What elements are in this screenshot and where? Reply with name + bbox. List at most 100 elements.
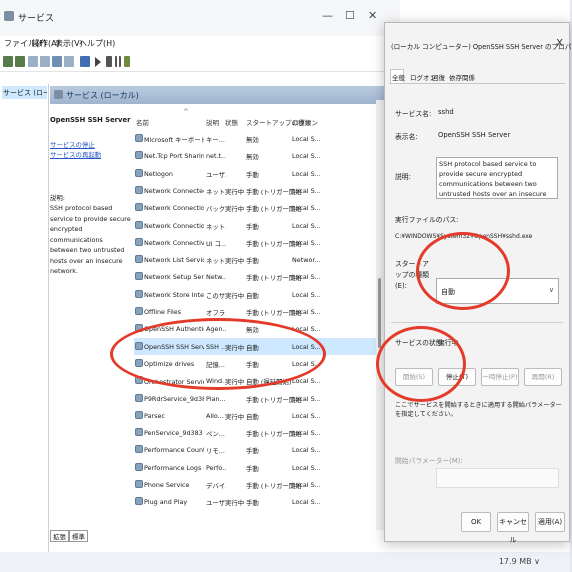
cell-desc: Allo... bbox=[206, 411, 224, 420]
tab-general[interactable]: 全般 bbox=[392, 72, 405, 82]
export-icon[interactable] bbox=[64, 56, 74, 67]
start-params-input[interactable] bbox=[436, 468, 559, 488]
cell-desc: Wind... bbox=[206, 377, 226, 386]
start-button[interactable]: 開始(S) bbox=[395, 368, 433, 386]
service-gear-icon bbox=[135, 203, 143, 212]
detail-desc-text: SSH protocol based service to provide se… bbox=[50, 204, 131, 275]
start-params-hint: ここでサービスを開始するときに適用する開始パラメーターを指定してください。 bbox=[395, 402, 562, 418]
table-row[interactable]: Network Connected Device...ネット...実行中手動 (… bbox=[134, 182, 378, 199]
console-tree-icon[interactable] bbox=[28, 56, 38, 67]
tab-extended[interactable]: 拡張 bbox=[50, 530, 69, 542]
service-gear-icon bbox=[135, 307, 143, 315]
startup-type-select[interactable]: 自動 ∨ bbox=[436, 278, 559, 304]
service-gear-icon bbox=[135, 272, 143, 281]
cell-state: 実行中 bbox=[225, 187, 245, 196]
cell-state: 実行中 bbox=[225, 412, 245, 421]
service-gear-icon bbox=[135, 289, 143, 298]
col-name[interactable]: 名前 bbox=[136, 117, 149, 127]
tab-dependencies[interactable]: 依存関係 bbox=[449, 72, 475, 82]
scrollbar-thumb[interactable] bbox=[378, 278, 381, 348]
table-row[interactable]: Network Setup ServiceNetw...手動 (トリガー開始)L… bbox=[134, 268, 378, 285]
table-row[interactable]: Network Connectionsネット...手動Local S... bbox=[134, 217, 378, 234]
cell-name: Netlogon bbox=[144, 169, 173, 178]
cell-name: Network Setup Service bbox=[144, 273, 204, 282]
cell-name: Network Connected Device... bbox=[144, 186, 204, 195]
cell-logon: Local S... bbox=[292, 238, 321, 247]
start-params-label: 開始パラメーター(M): bbox=[395, 457, 463, 465]
table-row[interactable]: Performance Counter DLL H...リモ...手動Local… bbox=[134, 441, 378, 458]
close-button[interactable]: ✕ bbox=[368, 9, 377, 22]
minimize-button[interactable]: — bbox=[322, 9, 333, 22]
table-row[interactable]: Optimize drives 記憶... 手動 Local S... bbox=[134, 355, 378, 372]
cell-logon: Local S... bbox=[292, 135, 321, 143]
table-row[interactable]: Network List Serviceネット...実行中手動Networ... bbox=[134, 251, 378, 268]
cell-logon: Local S... bbox=[292, 463, 321, 472]
extended-description-pane: OpenSSH SSH Server サービスの停止 サービスの再起動 説明: … bbox=[50, 105, 132, 525]
back-icon[interactable] bbox=[3, 56, 13, 67]
cell-desc: ユーザ... bbox=[206, 170, 226, 179]
table-row[interactable]: Net.Tcp Port Sharing Servicenet.t...無効Lo… bbox=[134, 147, 378, 164]
cell-name: Phone Service bbox=[144, 481, 190, 489]
table-row[interactable]: Netlogonユーザ...手動Local S... bbox=[134, 165, 378, 182]
cell-name: Network Store Interface Se... bbox=[144, 290, 204, 299]
forward-icon[interactable] bbox=[15, 56, 25, 67]
cell-desc: キー... bbox=[206, 136, 225, 144]
table-row[interactable]: Offline Filesオフラ...手動 (トリガー開始)Local S... bbox=[134, 303, 378, 320]
cell-desc: Perfo... bbox=[206, 463, 226, 472]
table-row[interactable]: Network Connection Brokerバック...実行中手動 (トリ… bbox=[134, 199, 378, 216]
cell-desc: net.t... bbox=[206, 152, 226, 161]
cell-logon: Local S... bbox=[292, 429, 321, 438]
vertical-scrollbar[interactable] bbox=[376, 100, 384, 530]
ok-button[interactable]: OK bbox=[461, 512, 491, 532]
cell-logon: Local S... bbox=[292, 273, 321, 282]
cancel-button[interactable]: キャンセル bbox=[497, 512, 529, 544]
restart-service-link[interactable]: サービスの再起動 bbox=[50, 150, 132, 161]
tab-recovery[interactable]: 回復 bbox=[432, 72, 445, 82]
tab-standard[interactable]: 標準 bbox=[69, 530, 88, 542]
properties-icon[interactable] bbox=[40, 56, 50, 67]
menu-help[interactable]: ヘルプ(H) bbox=[79, 38, 115, 49]
service-gear-icon bbox=[135, 324, 143, 333]
table-row[interactable]: OpenSSH SSH ServerSSH ...実行中自動Local S... bbox=[134, 337, 378, 355]
cell-name: Performance Logs & Alerts bbox=[144, 463, 204, 472]
table-row[interactable]: Performance Logs & AlertsPerfo...手動Local… bbox=[134, 459, 378, 476]
col-logon[interactable]: ログオン bbox=[292, 117, 318, 127]
table-row[interactable]: PenService_9d383 ペン... 手動 (トリガー開始) Local S.… bbox=[134, 424, 378, 441]
stop-icon[interactable] bbox=[106, 56, 112, 67]
restart-icon[interactable] bbox=[124, 56, 130, 67]
help-icon[interactable] bbox=[80, 56, 90, 67]
description-textarea[interactable]: SSH protocol based service to provide se… bbox=[436, 157, 558, 199]
refresh-icon[interactable] bbox=[52, 56, 62, 67]
col-desc[interactable]: 説明 bbox=[206, 117, 219, 127]
cell-desc: オフラ... bbox=[206, 309, 226, 317]
pause-icon[interactable] bbox=[115, 56, 121, 67]
table-row[interactable]: P9RdrService_9d383 Plan... 手動 (トリガー開始) Loca… bbox=[134, 390, 378, 407]
tree-item-services-local[interactable]: サービス (ローカル) bbox=[2, 86, 47, 99]
table-row[interactable]: OpenSSH Authentication A...Agen...無効Loca… bbox=[134, 320, 378, 337]
apply-button[interactable]: 適用(A) bbox=[535, 512, 565, 532]
table-row[interactable]: Orchestrator Service 起動Wind...実行中自動 (遅延開… bbox=[134, 372, 378, 389]
pause-button[interactable]: 一時停止(P) bbox=[481, 368, 519, 386]
table-row[interactable]: Microsoft キーボード フィルターキー...無効Local S... bbox=[134, 130, 378, 147]
cell-logon: Local S... bbox=[292, 325, 321, 334]
resume-button[interactable]: 再開(R) bbox=[524, 368, 562, 386]
stop-service-link[interactable]: サービスの停止 bbox=[50, 140, 132, 151]
cell-state: 実行中 bbox=[225, 499, 245, 508]
stop-button[interactable]: 停止(T) bbox=[438, 368, 476, 386]
col-state[interactable]: 状態 bbox=[225, 117, 238, 127]
maximize-button[interactable]: ☐ bbox=[345, 9, 355, 22]
toolbar bbox=[0, 52, 390, 72]
service-gear-icon bbox=[135, 255, 143, 264]
cell-name: Network Connection Broker bbox=[144, 204, 204, 213]
table-row[interactable]: Parsec Allo... 実行中 自動 Local S... bbox=[134, 407, 378, 424]
play-icon[interactable] bbox=[95, 57, 101, 67]
display-name-label: 表示名: bbox=[395, 133, 418, 141]
table-row[interactable]: Plug and Playユーザ...実行中手動Local S... bbox=[134, 493, 378, 510]
table-row[interactable]: Network Store Interface Se...このサ...実行中自動… bbox=[134, 286, 378, 303]
service-gear-icon bbox=[135, 185, 143, 194]
table-row[interactable]: Phone Serviceデバイ...手動 (トリガー開始)Local S... bbox=[134, 476, 378, 493]
cell-logon: Local S... bbox=[292, 308, 321, 316]
dialog-close-button[interactable]: X bbox=[556, 38, 563, 49]
exe-path-value: C:¥WINDOWS¥System32¥OpenSSH¥sshd.exe bbox=[395, 233, 533, 240]
table-row[interactable]: Network Connectivity Assist...UI コ...手動 … bbox=[134, 234, 378, 251]
